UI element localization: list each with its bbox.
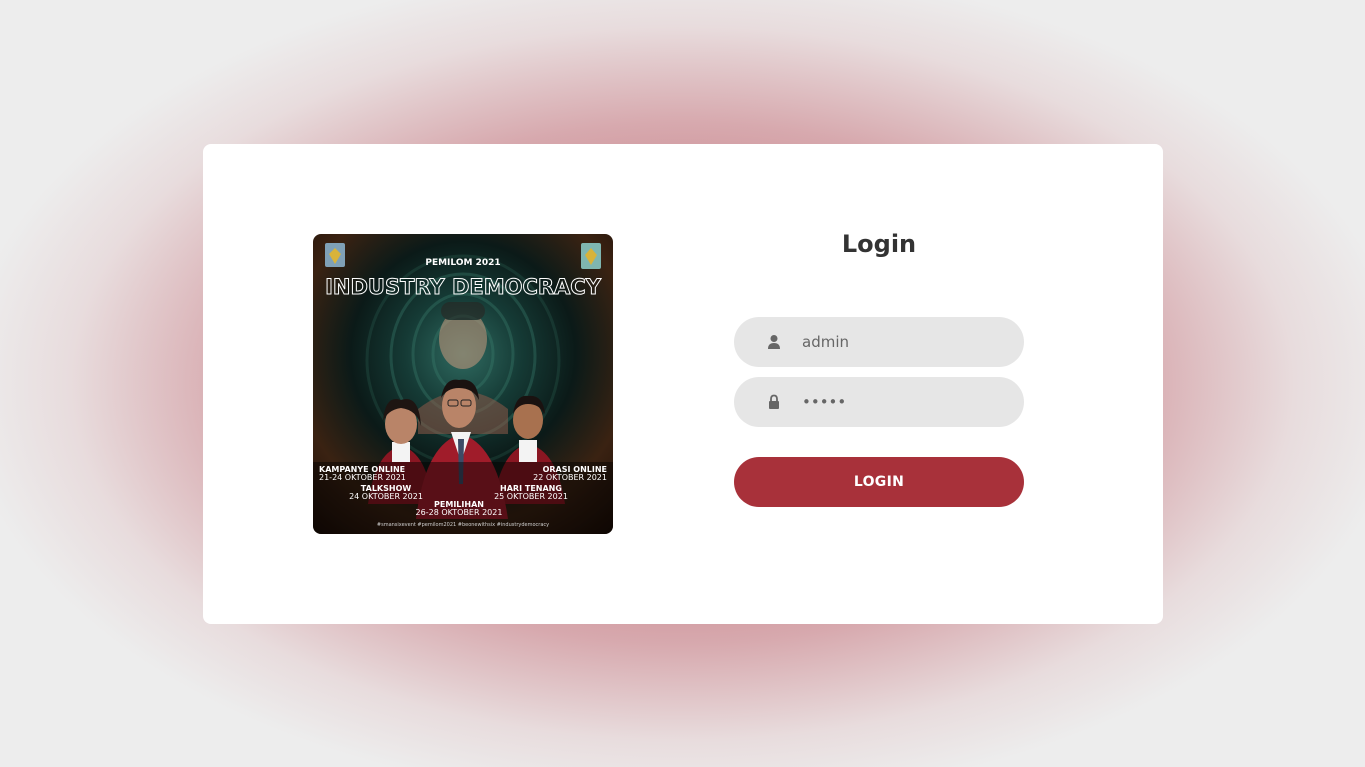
login-button[interactable]: LOGIN — [734, 457, 1024, 507]
username-input[interactable] — [802, 317, 1002, 367]
event-talkshow-date: 24 OKTOBER 2021 — [349, 492, 423, 501]
poster-subtitle: PEMILOM 2021 — [425, 258, 500, 268]
school-logo-left — [325, 243, 345, 267]
username-field[interactable] — [734, 317, 1024, 367]
poster-artwork: PEMILOM 2021 INDUSTRY DEMOCRACY KAMPANYE… — [313, 243, 613, 534]
login-card: PEMILOM 2021 INDUSTRY DEMOCRACY KAMPANYE… — [203, 144, 1163, 624]
event-orasi-date: 22 OKTOBER 2021 — [533, 473, 607, 482]
event-kampanye-date: 21-24 OKTOBER 2021 — [319, 473, 406, 482]
school-logo-right — [581, 243, 601, 269]
lock-icon — [769, 394, 779, 409]
event-poster: PEMILOM 2021 INDUSTRY DEMOCRACY KAMPANYE… — [313, 234, 613, 534]
event-hari-tenang-date: 25 OKTOBER 2021 — [494, 492, 568, 501]
event-pemilihan-date: 26-28 OKTOBER 2021 — [416, 508, 503, 517]
poster-hashtags: #smansixevent #pemilom2021 #beonewithsix… — [377, 522, 549, 528]
password-input[interactable] — [802, 377, 1002, 427]
poster-title: INDUSTRY DEMOCRACY — [325, 275, 602, 299]
password-field[interactable] — [734, 377, 1024, 427]
user-icon — [768, 335, 780, 349]
login-title: Login — [841, 230, 917, 258]
